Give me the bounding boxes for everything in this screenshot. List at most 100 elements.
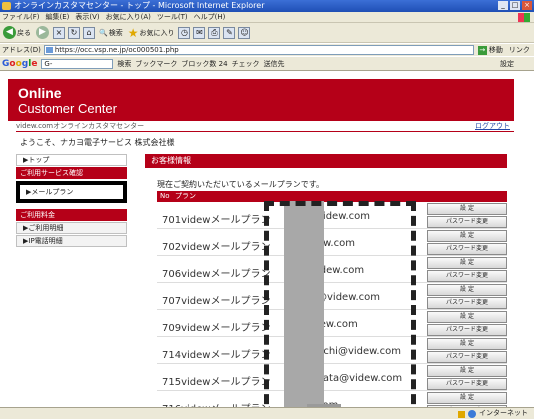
menu-bar: ファイル(F) 編集(E) 表示(V) お気に入り(A) ツール(T) ヘルプ(… (0, 12, 534, 23)
plan-name: 716videwメールプラン (162, 400, 270, 407)
plan-name: 709videwメールプラン (162, 323, 271, 334)
password-change-button[interactable]: パスワード変更 (427, 270, 507, 282)
address-url: https://occ.vsp.ne.jp/oc000501.php (54, 46, 179, 54)
forward-button[interactable]: ▶ (35, 25, 50, 41)
breadcrumb-text: videw.comオンラインカスタマセンター (16, 122, 145, 130)
edit-icon[interactable]: ✎ (223, 26, 236, 39)
go-label: 移動 (488, 46, 503, 54)
back-arrow-icon: ◀ (3, 26, 16, 39)
window-title: オンラインカスタマセンター - トップ - Microsoft Internet… (14, 1, 265, 10)
zone-label: インターネット (479, 409, 528, 417)
breadcrumb: videw.comオンラインカスタマセンター ログアウト (16, 121, 514, 132)
password-change-button[interactable]: パスワード変更 (427, 297, 507, 309)
back-label: 戻る (17, 28, 31, 37)
messenger-icon[interactable]: ☺ (238, 26, 251, 39)
status-bar: インターネット (0, 407, 534, 419)
globe-icon (468, 410, 476, 418)
lock-icon (458, 411, 465, 418)
google-send-button[interactable]: 送信先 (264, 59, 285, 69)
sidebar-heading-services: ご利用サービス確認 (16, 167, 127, 179)
menu-view[interactable]: 表示(V) (75, 12, 99, 22)
redaction-box (264, 201, 416, 419)
windows-logo-icon (518, 13, 530, 22)
row-actions: 設 定パスワード変更 (427, 392, 507, 407)
brand-line-1: Online (18, 85, 62, 101)
google-popup-blocked[interactable]: ブロック数 24 (181, 59, 227, 69)
sidebar-item-label: メールプラン (31, 188, 74, 196)
google-search-input[interactable]: G- (41, 58, 114, 69)
section-title: お客様情報 (145, 154, 507, 168)
plan-name: 702videwメールプラン (162, 242, 271, 253)
settings-button[interactable]: 設 定 (427, 203, 507, 215)
refresh-icon[interactable]: ↻ (68, 26, 80, 39)
links-label[interactable]: リンク (509, 45, 530, 55)
security-zone: インターネット (458, 408, 528, 419)
settings-button[interactable]: 設 定 (427, 338, 507, 350)
sidebar-item-top[interactable]: ▶トップ (16, 154, 127, 166)
google-logo: Google (2, 58, 38, 69)
settings-button[interactable]: 設 定 (427, 284, 507, 296)
print-icon[interactable]: ⎙ (208, 26, 221, 39)
sidebar: ▶トップ ご利用サービス確認 ▶メールプラン ご利用料金 ▶ご利用明細 ▶IP電… (16, 154, 127, 248)
plan-name: 715videwメールプラン (162, 377, 271, 388)
page-icon (45, 47, 53, 53)
minimize-button[interactable]: _ (498, 1, 508, 10)
google-toolbar: Google G- 検索 ブックマーク ブロック数 24 チェック 送信先 設定 (0, 57, 534, 71)
sidebar-item-label: トップ (28, 156, 50, 164)
row-actions: 設 定パスワード変更 (427, 257, 507, 283)
row-actions: 設 定パスワード変更 (427, 365, 507, 391)
current-plan-text: 現在ご契約いただいているメールプランです。 (157, 180, 324, 189)
history-icon[interactable]: ◷ (178, 26, 191, 39)
logout-link[interactable]: ログアウト (475, 121, 510, 131)
password-change-button[interactable]: パスワード変更 (427, 216, 507, 228)
plan-name: 706videwメールプラン (162, 269, 271, 280)
menu-edit[interactable]: 編集(E) (46, 12, 70, 22)
settings-button[interactable]: 設 定 (427, 392, 507, 404)
password-change-button[interactable]: パスワード変更 (427, 324, 507, 336)
password-change-button[interactable]: パスワード変更 (427, 243, 507, 255)
menu-file[interactable]: ファイル(F) (2, 12, 40, 22)
mail-icon[interactable]: ✉ (193, 26, 206, 39)
ie-icon (2, 2, 11, 10)
forward-arrow-icon: ▶ (36, 26, 49, 39)
plan-name: 714videwメールプラン (162, 350, 271, 361)
google-settings-button[interactable]: 設定 (500, 59, 514, 69)
sidebar-item-label: IP電話明細 (28, 237, 63, 245)
home-icon[interactable]: ⌂ (83, 26, 95, 39)
settings-button[interactable]: 設 定 (427, 311, 507, 323)
settings-button[interactable]: 設 定 (427, 230, 507, 242)
password-change-button[interactable]: パスワード変更 (427, 378, 507, 390)
settings-button[interactable]: 設 定 (427, 257, 507, 269)
search-label: 検索 (108, 28, 123, 37)
menu-favorites[interactable]: お気に入り(A) (106, 12, 151, 22)
close-button[interactable]: × (522, 1, 532, 10)
google-search-button[interactable]: 検索 (117, 59, 131, 69)
col-no: No (160, 192, 170, 200)
go-button[interactable]: → 移動 (477, 45, 503, 55)
address-label: アドレス(D) (2, 46, 41, 54)
brand-header: Online Customer Center (8, 79, 514, 121)
sidebar-item-mailplan[interactable]: ▶メールプラン (16, 181, 127, 203)
sidebar-item-usage[interactable]: ▶ご利用明細 (16, 222, 127, 234)
google-bookmarks-button[interactable]: ブックマーク (135, 59, 177, 69)
plan-name: 707videwメールプラン (162, 296, 271, 307)
sidebar-heading-fees: ご利用料金 (16, 209, 127, 221)
google-check-button[interactable]: チェック (232, 59, 260, 69)
address-bar: アドレス(D) https://occ.vsp.ne.jp/oc000501.p… (0, 44, 534, 56)
plan-name: 701videwメールプラン (162, 215, 271, 226)
menu-tools[interactable]: ツール(T) (157, 12, 188, 22)
favorites-button[interactable]: ★ お気に入り (127, 25, 176, 41)
address-input[interactable]: https://occ.vsp.ne.jp/oc000501.php (43, 45, 474, 55)
ie-toolbar: ◀ 戻る ▶ × ↻ ⌂ 🔍 検索 ★ お気に入り ◷ ✉ ⎙ ✎ ☺ (0, 23, 534, 43)
star-icon: ★ (127, 25, 139, 40)
back-button[interactable]: ◀ 戻る (2, 25, 32, 41)
brand-line-2: Customer Center (18, 101, 117, 116)
menu-help[interactable]: ヘルプ(H) (194, 12, 226, 22)
maximize-button[interactable]: □ (510, 1, 520, 10)
password-change-button[interactable]: パスワード変更 (427, 351, 507, 363)
stop-icon[interactable]: × (53, 26, 65, 39)
settings-button[interactable]: 設 定 (427, 365, 507, 377)
search-button[interactable]: 🔍 検索 (98, 25, 124, 41)
window-controls: _ □ × (498, 1, 532, 10)
sidebar-item-ip[interactable]: ▶IP電話明細 (16, 235, 127, 247)
